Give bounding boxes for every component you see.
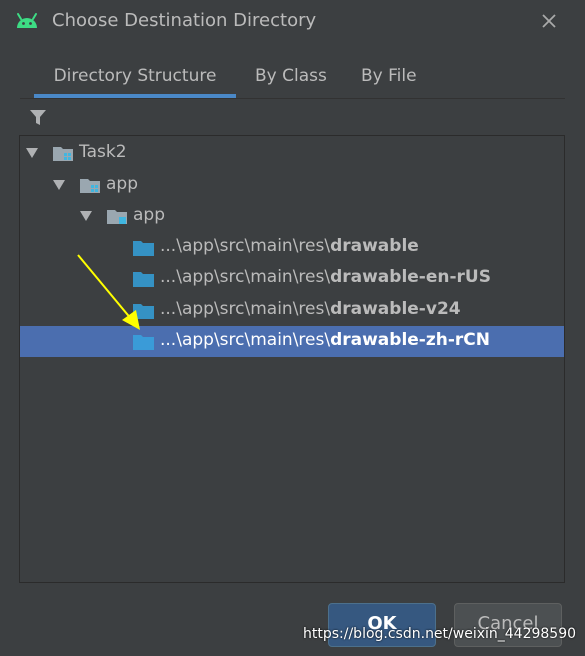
tab-bar: Directory Structure By Class By File [20, 58, 565, 99]
title-bar: Choose Destination Directory [0, 0, 585, 44]
tree-item-app-module[interactable]: app [20, 170, 564, 201]
tab-directory-structure[interactable]: Directory Structure [34, 58, 236, 98]
tree-item-label: app [133, 205, 165, 225]
close-icon[interactable] [539, 11, 559, 31]
tab-by-class[interactable]: By Class [255, 58, 327, 94]
dialog-title: Choose Destination Directory [52, 10, 317, 31]
tab-by-file[interactable]: By File [361, 58, 417, 94]
expand-arrow-icon[interactable] [80, 211, 92, 221]
expand-arrow-icon[interactable] [53, 180, 65, 190]
source-folder-icon [107, 210, 127, 224]
tree-item-label: Task2 [79, 142, 127, 162]
tree-item-label: app [106, 174, 138, 194]
module-folder-icon [53, 147, 73, 161]
expand-arrow-icon[interactable] [26, 148, 38, 158]
choose-destination-dialog: Choose Destination Directory Directory S… [0, 0, 585, 656]
annotation-arrow-icon [77, 254, 140, 330]
watermark-text: https://blog.csdn.net/weixin_44298590 [303, 626, 577, 642]
filter-icon[interactable] [29, 108, 47, 126]
tree-item-label: ...\app\src\main\res\drawable-en-rUS [160, 267, 491, 287]
module-folder-icon [80, 179, 100, 193]
directory-tree[interactable]: Task2 app app ...\app\src\main\res\drawa… [19, 135, 565, 583]
tree-item-task2[interactable]: Task2 [20, 138, 564, 169]
tree-item-label: ...\app\src\main\res\drawable-v24 [160, 299, 461, 319]
tree-item-label: ...\app\src\main\res\drawable-zh-rCN [160, 330, 491, 350]
android-icon [17, 13, 37, 28]
tree-item-label: ...\app\src\main\res\drawable [160, 236, 419, 256]
tree-item-app-source[interactable]: app [20, 201, 564, 232]
folder-icon [133, 335, 154, 350]
